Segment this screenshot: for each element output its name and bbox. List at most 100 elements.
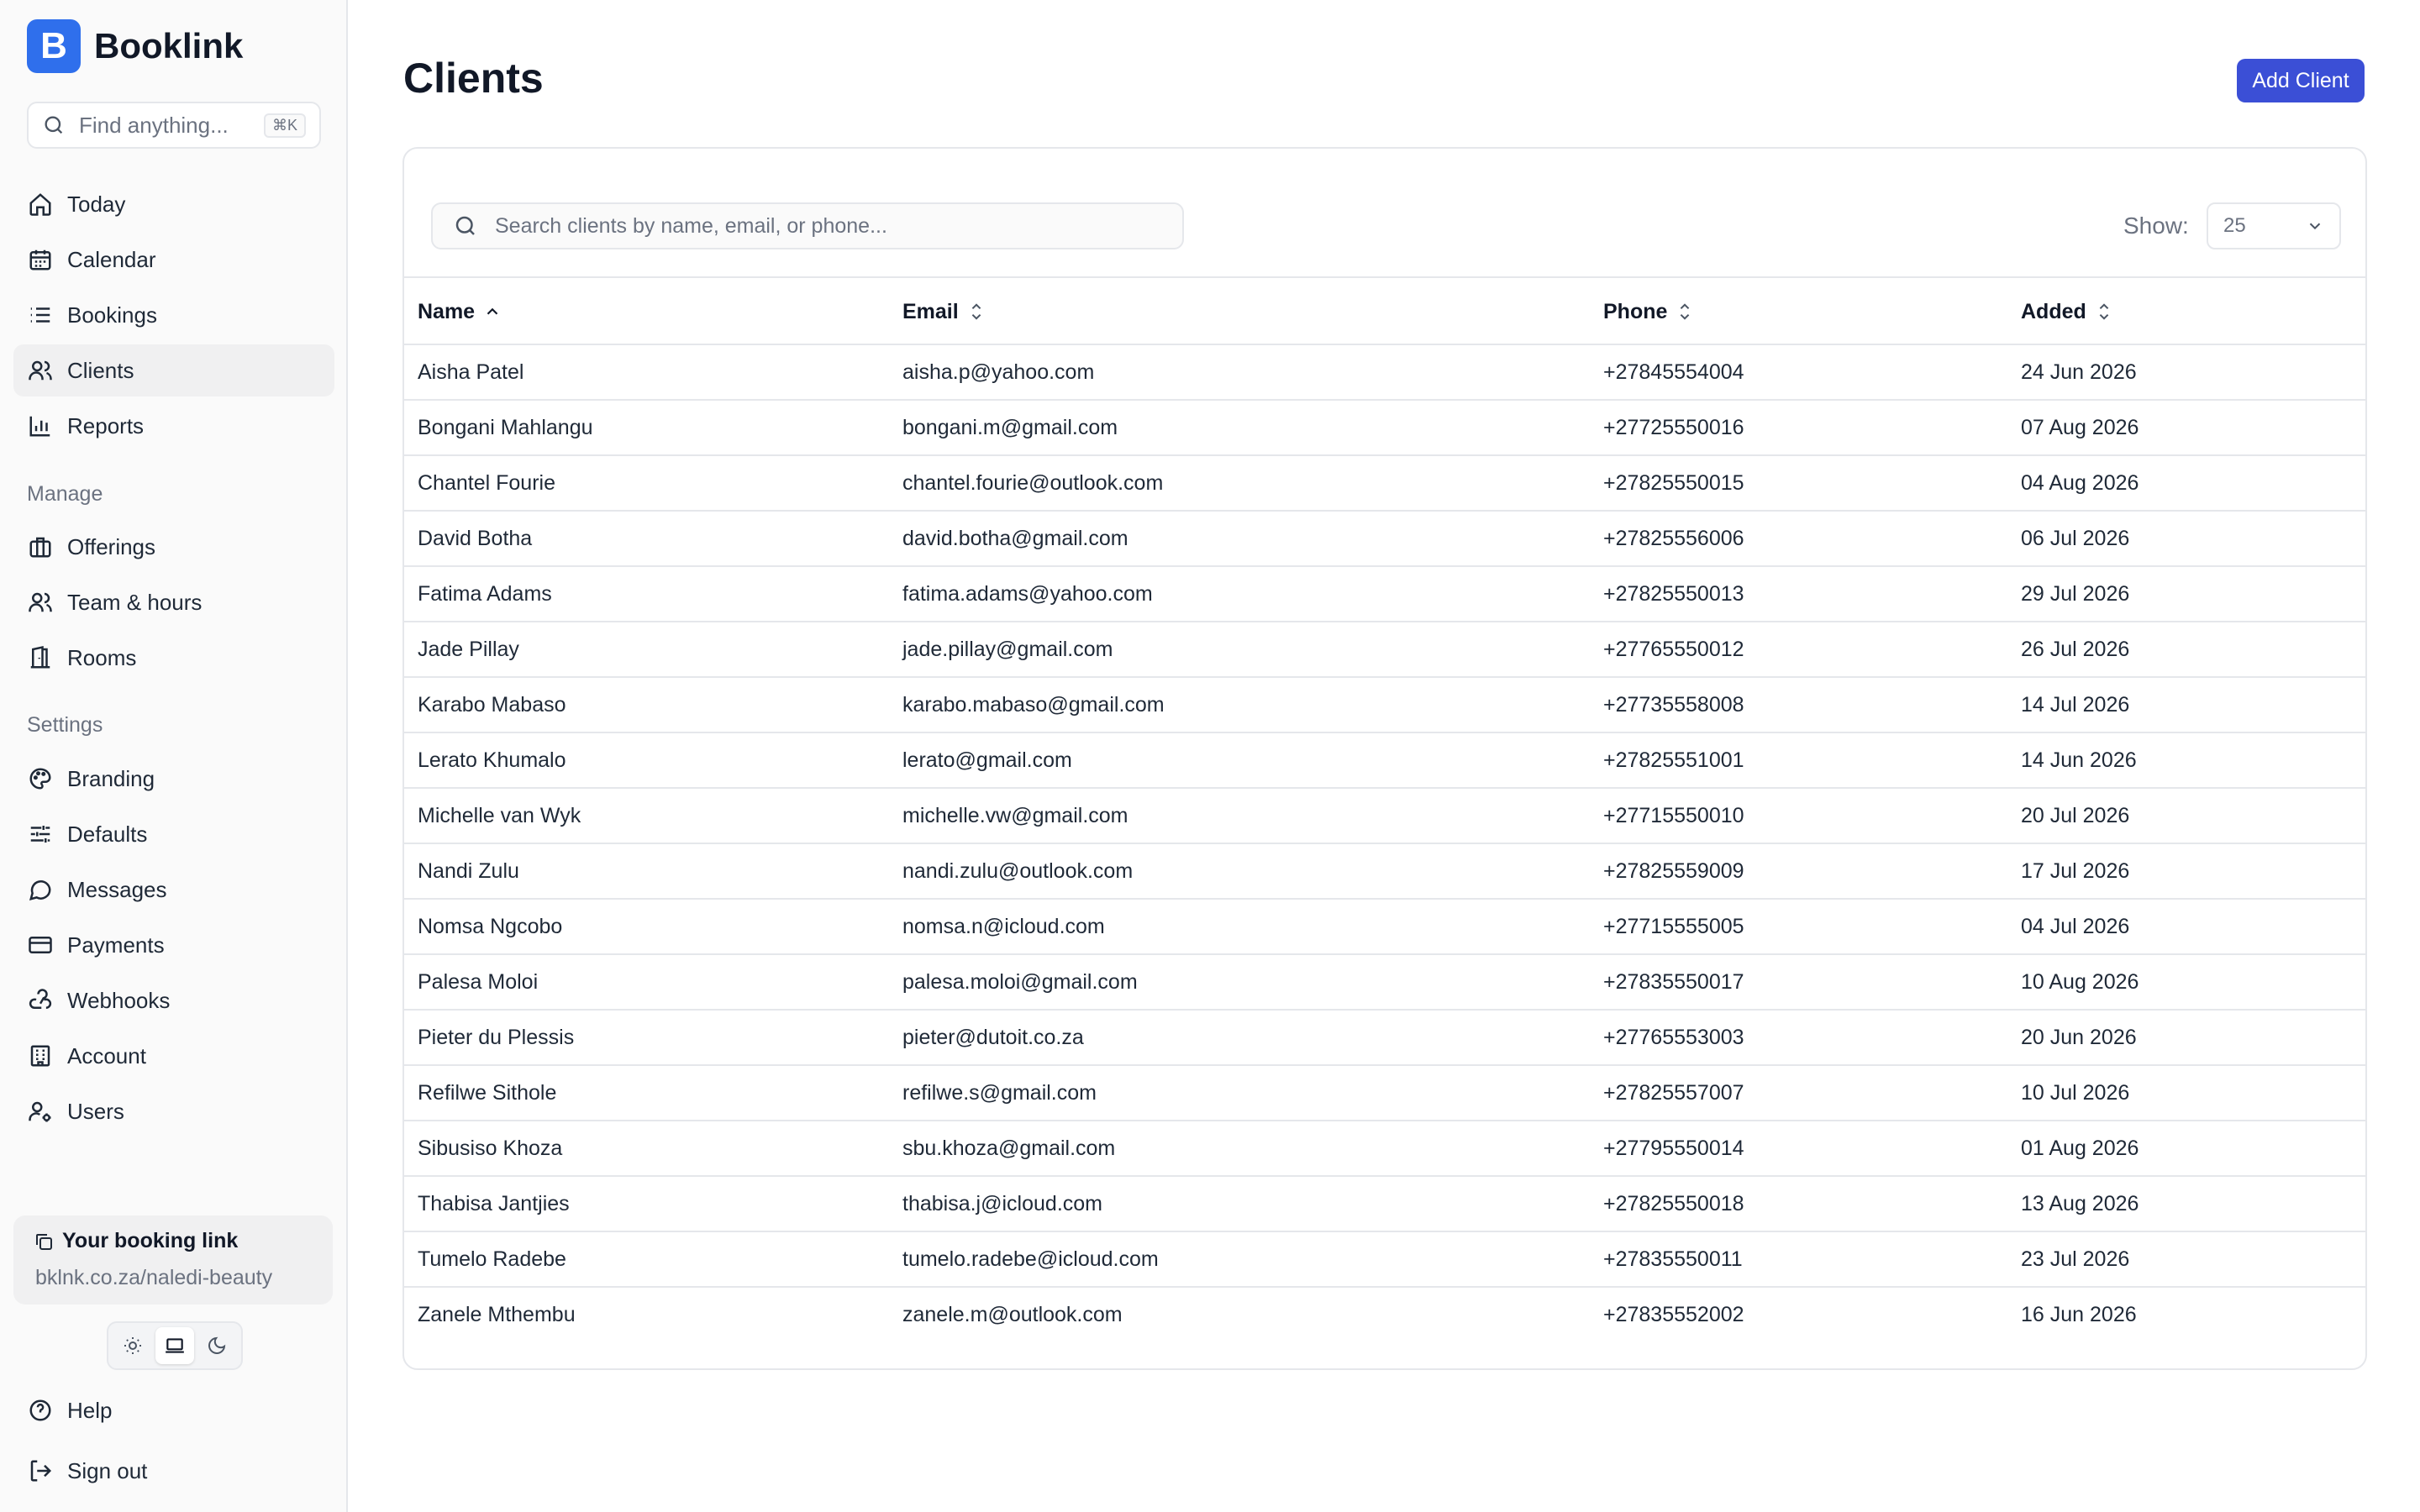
nav-item-sign-out[interactable]: Sign out [13,1445,334,1497]
column-header-label: Phone [1603,299,1668,323]
brand[interactable]: B Booklink [27,19,243,73]
table-row[interactable]: Pieter du Plessis pieter@dutoit.co.za +277… [404,1011,2365,1066]
table-row[interactable]: Fatima Adams fatima.adams@yahoo.com +27825… [404,567,2365,622]
client-phone: +27735558008 [1603,692,1744,717]
theme-dark-button[interactable] [197,1327,236,1364]
column-header-added[interactable]: Added [2021,278,2113,345]
nav-item-label: Sign out [67,1457,148,1483]
table-row[interactable]: Chantel Fourie chantel.fourie@outlook.com… [404,456,2365,512]
nav-item-bookings[interactable]: Bookings [13,289,334,341]
client-name: Refilwe Sithole [418,1080,557,1105]
client-added-date: 23 Jul 2026 [2021,1247,2130,1271]
user-cog-icon [29,1101,51,1122]
client-search-field[interactable] [431,202,1184,249]
table-row[interactable]: Bongani Mahlangu bongani.m@gmail.com +2772… [404,401,2365,456]
table-row[interactable]: Thabisa Jantjies thabisa.j@icloud.com +278… [404,1177,2365,1232]
nav-item-defaults[interactable]: Defaults [13,808,334,860]
laptop-icon [166,1338,184,1353]
team-icon [29,592,52,612]
nav-item-payments[interactable]: Payments [13,919,334,971]
table-row[interactable]: Nomsa Ngcobo nomsa.n@icloud.com +277155550… [404,900,2365,955]
nav-item-account[interactable]: Account [13,1030,334,1082]
client-phone: +27795550014 [1603,1136,1744,1160]
client-email: david.botha@gmail.com [902,526,1128,550]
client-email: thabisa.j@icloud.com [902,1191,1102,1215]
nav-item-webhooks[interactable]: Webhooks [13,974,334,1026]
client-phone: +27825559009 [1603,858,1744,883]
client-name: Chantel Fourie [418,470,555,495]
client-name: Karabo Mabaso [418,692,566,717]
column-header-name[interactable]: Name [418,278,502,345]
client-email: zanele.m@outlook.com [902,1302,1123,1326]
client-name: Pieter du Plessis [418,1025,575,1049]
table-row[interactable]: Karabo Mabaso karabo.mabaso@gmail.com +277… [404,678,2365,733]
table-row[interactable]: Sibusiso Khoza sbu.khoza@gmail.com +277955… [404,1121,2365,1177]
nav-item-rooms[interactable]: Rooms [13,632,334,684]
column-header-phone[interactable]: Phone [1603,278,1694,345]
find-anything-input[interactable]: Find anything... ⌘K [27,102,321,149]
table-row[interactable]: Michelle van Wyk michelle.vw@gmail.com +27… [404,789,2365,844]
theme-light-button[interactable] [113,1327,152,1364]
page-size-value: 25 [2223,214,2246,237]
nav-item-calendar[interactable]: Calendar [13,234,334,286]
column-header-label: Email [902,299,959,323]
page-size-select[interactable]: 25 [2207,202,2341,249]
nav-item-today[interactable]: Today [13,178,334,230]
nav-item-label: Clients [67,357,134,383]
nav-item-team-hours[interactable]: Team & hours [13,576,334,628]
table-row[interactable]: Tumelo Radebe tumelo.radebe@icloud.com +27… [404,1232,2365,1288]
section-label-settings: Settings [27,713,103,737]
nav-item-users[interactable]: Users [13,1085,334,1137]
nav-item-label: Messages [67,876,167,902]
client-phone: +27835552002 [1603,1302,1744,1326]
brand-logo: B [27,19,81,73]
client-name: Nandi Zulu [418,858,519,883]
nav-item-label: Reports [67,412,145,438]
briefcase-icon [29,537,51,558]
nav-item-help[interactable]: Help [13,1384,334,1436]
nav-item-branding[interactable]: Branding [13,753,334,805]
client-added-date: 13 Aug 2026 [2021,1191,2139,1215]
table-body: Aisha Patel aisha.p@yahoo.com +27845554004… [404,345,2365,1343]
table-row[interactable]: Nandi Zulu nandi.zulu@outlook.com +2782555… [404,844,2365,900]
table-row[interactable]: Jade Pillay jade.pillay@gmail.com +2776555… [404,622,2365,678]
theme-system-button[interactable] [155,1327,194,1364]
client-added-date: 20 Jul 2026 [2021,803,2130,827]
client-email: palesa.moloi@gmail.com [902,969,1138,994]
nav-item-label: Team & hours [67,589,203,615]
client-search-input[interactable] [495,213,1162,239]
table-row[interactable]: Zanele Mthembu zanele.m@outlook.com +27835… [404,1288,2365,1343]
booking-link-label: Your booking link [62,1229,239,1252]
add-client-button[interactable]: Add Client [2237,59,2365,102]
nav-item-messages[interactable]: Messages [13,864,334,916]
show-label: Show: [2123,213,2189,239]
client-name: Jade Pillay [418,637,519,661]
nav-item-label: Users [67,1098,124,1124]
sort-icon [971,303,981,320]
table-row[interactable]: Aisha Patel aisha.p@yahoo.com +27845554004… [404,345,2365,401]
client-added-date: 07 Aug 2026 [2021,415,2139,439]
nav-item-reports[interactable]: Reports [13,400,334,452]
brand-name: Booklink [94,26,244,66]
nav-item-clients[interactable]: Clients [13,344,334,396]
client-email: nandi.zulu@outlook.com [902,858,1134,883]
table-row[interactable]: David Botha david.botha@gmail.com +2782555… [404,512,2365,567]
nav-item-label: Defaults [67,821,148,847]
table-row[interactable]: Lerato Khumalo lerato@gmail.com +278255510… [404,733,2365,789]
column-header-email[interactable]: Email [902,278,986,345]
table-row[interactable]: Palesa Moloi palesa.moloi@gmail.com +27835… [404,955,2365,1011]
client-email: sbu.khoza@gmail.com [902,1136,1116,1160]
client-name: Thabisa Jantjies [418,1191,570,1215]
nav-item-offerings[interactable]: Offerings [13,521,334,573]
sign-out-icon [30,1460,52,1482]
sort-icon [2099,303,2109,320]
client-phone: +27825557007 [1603,1080,1744,1105]
page-title: Clients [403,55,544,102]
nav-item-label: Rooms [67,644,137,670]
client-name: David Botha [418,526,533,550]
client-phone: +27835550011 [1603,1247,1743,1271]
table-row[interactable]: Refilwe Sithole refilwe.s@gmail.com +27825… [404,1066,2365,1121]
booking-link-card[interactable]: Your booking link bklnk.co.za/naledi-bea… [13,1215,333,1305]
building-icon [30,1045,50,1067]
client-phone: +27725550016 [1603,415,1744,439]
